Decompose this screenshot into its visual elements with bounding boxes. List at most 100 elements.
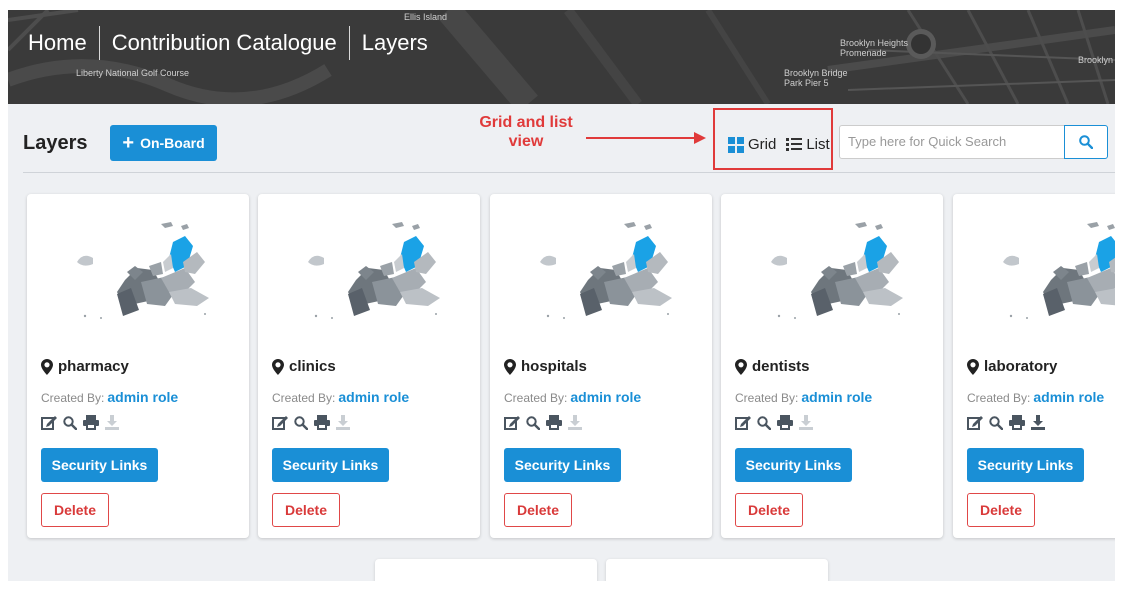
download-icon[interactable]	[336, 415, 350, 430]
security-links-button[interactable]: Security Links	[41, 448, 158, 482]
created-by-user-link[interactable]: admin role	[801, 389, 872, 405]
card-action-icons	[41, 415, 119, 430]
created-by-label: Created By:	[735, 391, 799, 405]
breadcrumb: Home Contribution Catalogue Layers	[28, 26, 440, 60]
print-icon[interactable]	[1009, 415, 1025, 430]
map-marker-icon	[504, 358, 516, 375]
created-by: Created By: admin role	[735, 389, 872, 405]
toolbar-divider	[23, 172, 1115, 173]
europe-map-thumbnail	[308, 222, 440, 319]
delete-button[interactable]: Delete	[272, 493, 340, 527]
layer-card: pharmacy Created By: admin role Security …	[27, 194, 249, 538]
layer-card: hospitals Created By: admin role Security…	[490, 194, 712, 538]
europe-map-thumbnail	[771, 222, 903, 319]
layer-name-text: clinics	[289, 358, 336, 375]
search-icon[interactable]	[526, 415, 540, 430]
created-by: Created By: admin role	[41, 389, 178, 405]
layer-card: laboratory Created By: admin role Securit…	[953, 194, 1115, 538]
delete-button[interactable]: Delete	[735, 493, 803, 527]
map-label-brooklyn: Brooklyn	[1078, 55, 1114, 65]
map-label-pier: Brooklyn Bridge Park Pier 5	[784, 68, 848, 88]
security-links-button[interactable]: Security Links	[967, 448, 1084, 482]
created-by-user-link[interactable]: admin role	[338, 389, 409, 405]
download-icon[interactable]	[105, 415, 119, 430]
edit-icon[interactable]	[504, 415, 520, 430]
list-view-label: List	[806, 136, 830, 153]
layer-name: laboratory	[967, 358, 1057, 375]
layer-card: dentists Created By: admin role Security …	[721, 194, 943, 538]
view-switch: Grid List	[728, 136, 840, 153]
layer-name: dentists	[735, 358, 810, 375]
delete-button[interactable]: Delete	[504, 493, 572, 527]
card-action-icons	[504, 415, 582, 430]
layer-name-text: pharmacy	[58, 358, 129, 375]
search-icon[interactable]	[294, 415, 308, 430]
annotation-label: Grid and list view	[479, 114, 573, 150]
app-root: Liberty National Golf Course Ellis Islan…	[8, 10, 1115, 581]
map-label-heights: Brooklyn Heights Promenade	[840, 38, 909, 58]
list-view-toggle[interactable]: List	[786, 136, 830, 153]
created-by-user-link[interactable]: admin role	[107, 389, 178, 405]
created-by-user-link[interactable]: admin role	[570, 389, 641, 405]
map-label-ellis: Ellis Island	[404, 12, 448, 22]
page-title: Layers	[23, 132, 88, 154]
edit-icon[interactable]	[967, 415, 983, 430]
created-by-user-link[interactable]: admin role	[1033, 389, 1104, 405]
grid-view-label: Grid	[748, 136, 777, 153]
search-button[interactable]	[1064, 125, 1108, 159]
header-banner: Liberty National Golf Course Ellis Islan…	[8, 10, 1115, 104]
security-links-button[interactable]: Security Links	[272, 448, 389, 482]
breadcrumb-contribution-catalogue[interactable]: Contribution Catalogue	[100, 26, 349, 60]
delete-button[interactable]: Delete	[41, 493, 109, 527]
layer-card: clinics Created By: admin role Security L…	[258, 194, 480, 538]
download-icon[interactable]	[568, 415, 582, 430]
map-marker-icon	[41, 358, 53, 375]
download-icon[interactable]	[799, 415, 813, 430]
layer-name: clinics	[272, 358, 336, 375]
delete-button[interactable]: Delete	[967, 493, 1035, 527]
print-icon[interactable]	[83, 415, 99, 430]
print-icon[interactable]	[777, 415, 793, 430]
search-icon	[1079, 135, 1093, 149]
created-by-label: Created By:	[272, 391, 336, 405]
layer-card-partial	[606, 559, 828, 581]
security-links-button[interactable]: Security Links	[735, 448, 852, 482]
card-action-icons	[272, 415, 350, 430]
edit-icon[interactable]	[41, 415, 57, 430]
layer-name-text: dentists	[752, 358, 810, 375]
map-marker-icon	[735, 358, 747, 375]
edit-icon[interactable]	[735, 415, 751, 430]
edit-icon[interactable]	[272, 415, 288, 430]
created-by-label: Created By:	[967, 391, 1031, 405]
grid-view-toggle[interactable]: Grid	[728, 136, 776, 153]
layer-name: pharmacy	[41, 358, 129, 375]
breadcrumb-layers[interactable]: Layers	[350, 26, 440, 60]
created-by-label: Created By:	[41, 391, 105, 405]
europe-map-thumbnail	[77, 222, 209, 319]
download-icon[interactable]	[1031, 415, 1045, 430]
security-links-button[interactable]: Security Links	[504, 448, 621, 482]
map-marker-icon	[967, 358, 979, 375]
europe-map-thumbnail	[540, 222, 672, 319]
print-icon[interactable]	[546, 415, 562, 430]
search-icon[interactable]	[757, 415, 771, 430]
created-by: Created By: admin role	[967, 389, 1104, 405]
card-action-icons	[967, 415, 1045, 430]
onboard-button-label: On-Board	[140, 135, 205, 151]
annotation-arrow	[586, 132, 706, 144]
quick-search-input[interactable]: Type here for Quick Search	[839, 125, 1065, 159]
layer-name-text: laboratory	[984, 358, 1058, 375]
breadcrumb-home[interactable]: Home	[28, 26, 99, 60]
layer-name: hospitals	[504, 358, 587, 375]
print-icon[interactable]	[314, 415, 330, 430]
map-marker-icon	[272, 358, 284, 375]
search-icon[interactable]	[989, 415, 1003, 430]
map-label-golf: Liberty National Golf Course	[76, 68, 190, 78]
created-by: Created By: admin role	[272, 389, 409, 405]
onboard-button[interactable]: + On-Board	[110, 125, 217, 161]
plus-icon: +	[122, 132, 135, 154]
created-by: Created By: admin role	[504, 389, 641, 405]
search-icon[interactable]	[63, 415, 77, 430]
list-icon	[786, 137, 803, 152]
europe-map-thumbnail	[1003, 222, 1115, 319]
